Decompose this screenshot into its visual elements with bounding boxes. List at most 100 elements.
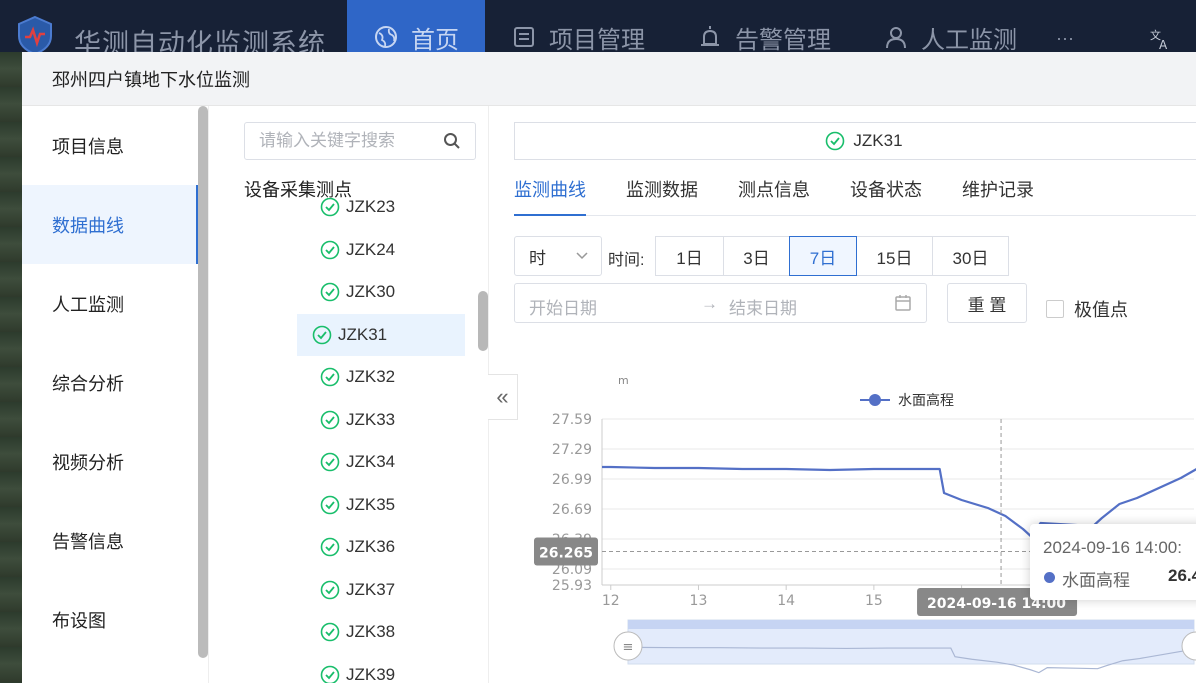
globe-icon: [375, 26, 397, 48]
nav-item-manual[interactable]: 人工监测: [857, 0, 1043, 54]
check-circle-icon: [320, 240, 340, 260]
tree-item[interactable]: JZK23: [252, 198, 474, 229]
tree-item-label: JZK32: [346, 367, 396, 387]
translate-icon[interactable]: 文A: [1150, 28, 1172, 50]
date-range-picker[interactable]: 开始日期 → 结束日期: [514, 283, 927, 323]
check-circle-icon: [320, 282, 340, 302]
y-tick-label: 25.93: [552, 578, 592, 594]
range-3d-button[interactable]: 3日: [723, 236, 790, 276]
top-navbar: 华测自动化监测系统 首页 项目管理 告警管理 人工监测 ··· 文A: [0, 0, 1196, 59]
granularity-value: 时: [529, 248, 546, 268]
check-circle-icon: [320, 452, 340, 472]
nav-item-project[interactable]: 项目管理: [485, 0, 671, 54]
start-date-input[interactable]: 开始日期: [529, 294, 597, 319]
range-7d-button[interactable]: 7日: [789, 236, 857, 276]
menu-item-alarm[interactable]: 告警信息: [22, 501, 198, 580]
tree-item-label: JZK31: [338, 324, 388, 344]
tree-item[interactable]: JZK30: [252, 271, 474, 314]
range-buttons: 1日 3日 7日 15日 30日: [655, 236, 1009, 276]
tree-item[interactable]: JZK32: [252, 356, 474, 399]
tree-item[interactable]: JZK38: [252, 611, 474, 654]
tooltip-series-dot: [1044, 572, 1055, 583]
menu-scrollbar[interactable]: [198, 106, 208, 658]
check-circle-icon: [320, 495, 340, 515]
tree-item[interactable]: JZK24: [252, 229, 474, 272]
tree-item-label: JZK36: [346, 537, 396, 557]
reset-button[interactable]: 重 置: [947, 283, 1027, 323]
nav-item-home[interactable]: 首页: [347, 0, 485, 54]
tree-item-label: JZK38: [346, 622, 396, 642]
tab-device-status[interactable]: 设备状态: [850, 166, 922, 216]
extreme-label: 极值点: [1074, 300, 1128, 320]
tab-curve[interactable]: 监测曲线: [514, 166, 586, 216]
range-30d-button[interactable]: 30日: [932, 236, 1009, 276]
menu-item-project-info[interactable]: 项目信息: [22, 106, 198, 185]
tree-item-label: JZK30: [346, 282, 396, 302]
project-modal: 邳州四户镇地下水位监测 项目信息 数据曲线 人工监测 综合分析 视频分析 告警信…: [22, 52, 1196, 683]
menu-item-analysis[interactable]: 综合分析: [22, 343, 198, 422]
alarm-icon: [701, 26, 719, 46]
menu-item-data-curve[interactable]: 数据曲线: [22, 185, 198, 264]
tooltip-time: 2024-09-16 14:00:: [1043, 538, 1182, 557]
tree-item[interactable]: JZK36: [252, 526, 474, 569]
x-tick-label: 12: [602, 593, 620, 609]
check-circle-icon: [320, 665, 340, 683]
y-tick-label: 27.29: [552, 442, 592, 458]
x-tick-label: 14: [777, 593, 795, 609]
y-axis-unit: m: [618, 374, 629, 387]
tree-item-label: JZK39: [346, 664, 396, 683]
nav-item-label: 人工监测: [921, 26, 1017, 54]
legend-label: 水面高程: [898, 392, 954, 409]
menu-item-layout[interactable]: 布设图: [22, 580, 198, 659]
y-tick-label: 26.69: [552, 502, 592, 518]
search-icon[interactable]: [443, 132, 461, 150]
range-separator: →: [701, 294, 718, 313]
tab-bar: 监测曲线 监测数据 测点信息 设备状态 维护记录: [514, 166, 1196, 216]
tree-viewport: JZK23 JZK24 JZK30 JZK31 JZK32 JZK33 JZK34 JZK35…: [244, 198, 488, 683]
zoom-handle-grip: ≡: [623, 640, 634, 655]
tab-data[interactable]: 监测数据: [626, 166, 698, 216]
extreme-checkbox[interactable]: [1046, 300, 1064, 318]
tree-item[interactable]: JZK33: [252, 399, 474, 442]
y-tick-label: 27.59: [552, 412, 592, 428]
x-tick-label: 15: [865, 593, 883, 609]
menu-item-manual[interactable]: 人工监测: [22, 264, 198, 343]
nav-more-button[interactable]: ···: [1056, 28, 1074, 49]
menu-item-video[interactable]: 视频分析: [22, 422, 198, 501]
tree-item[interactable]: JZK31: [297, 313, 465, 356]
tree-item[interactable]: JZK39: [252, 654, 474, 683]
tab-point-info[interactable]: 测点信息: [738, 166, 810, 216]
tab-maintenance[interactable]: 维护记录: [962, 166, 1034, 216]
nav-item-label: 告警管理: [735, 26, 831, 54]
range-15d-button[interactable]: 15日: [856, 236, 933, 276]
end-date-input[interactable]: 结束日期: [729, 294, 797, 319]
check-circle-icon: [320, 367, 340, 387]
x-tick-label: 13: [690, 593, 708, 609]
legend-marker: [869, 394, 881, 406]
worker-icon: [886, 27, 906, 49]
tree-scrollbar[interactable]: [478, 291, 488, 351]
main-nav: 首页 项目管理 告警管理 人工监测: [347, 0, 1043, 54]
calendar-icon: [895, 295, 911, 311]
tree-item[interactable]: JZK37: [252, 569, 474, 612]
app-logo-icon: [18, 15, 52, 56]
extreme-points-toggle[interactable]: 极值点: [1046, 296, 1128, 322]
tooltip-value: 26.4: [1168, 566, 1196, 585]
document-icon: [514, 27, 534, 47]
side-menu: 项目信息 数据曲线 人工监测 综合分析 视频分析 告警信息 布设图: [22, 106, 198, 683]
tree-item[interactable]: JZK35: [252, 484, 474, 527]
divider: [208, 106, 209, 683]
check-circle-icon: [312, 325, 332, 345]
range-1d-button[interactable]: 1日: [655, 236, 724, 276]
time-label: 时间:: [608, 252, 645, 269]
y-tick-label: 26.99: [552, 472, 592, 488]
granularity-select[interactable]: 时: [514, 236, 602, 276]
tree-item-label: JZK35: [346, 494, 396, 514]
zoom-slider-handle-bar: [628, 620, 1194, 629]
tree-item[interactable]: JZK34: [252, 441, 474, 484]
tree-item-label: JZK37: [346, 579, 396, 599]
current-point-name: JZK31: [853, 131, 903, 150]
crosshair-y-label: 26.265: [539, 546, 593, 562]
search-input[interactable]: [259, 131, 429, 151]
nav-item-alarm[interactable]: 告警管理: [671, 0, 857, 54]
